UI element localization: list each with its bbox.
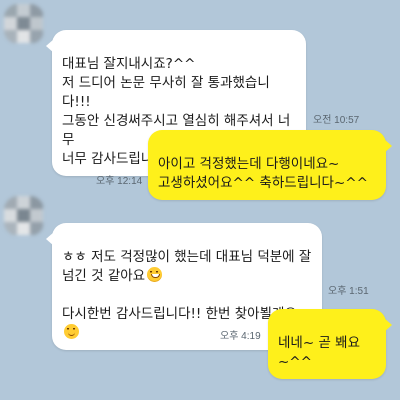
message-timestamp: 오후 12:14 — [96, 176, 143, 187]
message-text: 아이고 걱정했는데 다행이네요~ 고생하셨어요^^ 축하드립니다~^^ — [158, 156, 368, 191]
message-timestamp: 오후 4:19 — [220, 331, 261, 342]
outgoing-message-bubble[interactable]: 네네~ 곧 봬요~^^ — [268, 309, 392, 379]
smiling-face-icon — [64, 324, 79, 339]
message-timestamp: 오후 1:51 — [328, 286, 369, 297]
outgoing-message-bubble[interactable]: 아이고 걱정했는데 다행이네요~ 고생하셨어요^^ 축하드립니다~^^ — [148, 130, 392, 200]
contact-avatar[interactable] — [4, 196, 44, 236]
message-text: ㅎㅎ 저도 걱정많이 했는데 대표님 덕분에 잘 넘긴 것 같아요 — [62, 249, 312, 284]
message-text: 다시한번 감사드립니다!! 한번 찾아뵐게요 — [62, 306, 297, 322]
message-text: 네네~ 곧 봬요~^^ — [278, 335, 360, 370]
grinning-face-icon — [147, 267, 163, 282]
contact-avatar[interactable] — [4, 4, 44, 44]
chat-window: 대표님 잘지내시죠?^^ 저 드디어 논문 무사히 잘 통과했습니다!!! 그동… — [0, 0, 400, 400]
message-timestamp: 오전 10:57 — [313, 115, 360, 126]
